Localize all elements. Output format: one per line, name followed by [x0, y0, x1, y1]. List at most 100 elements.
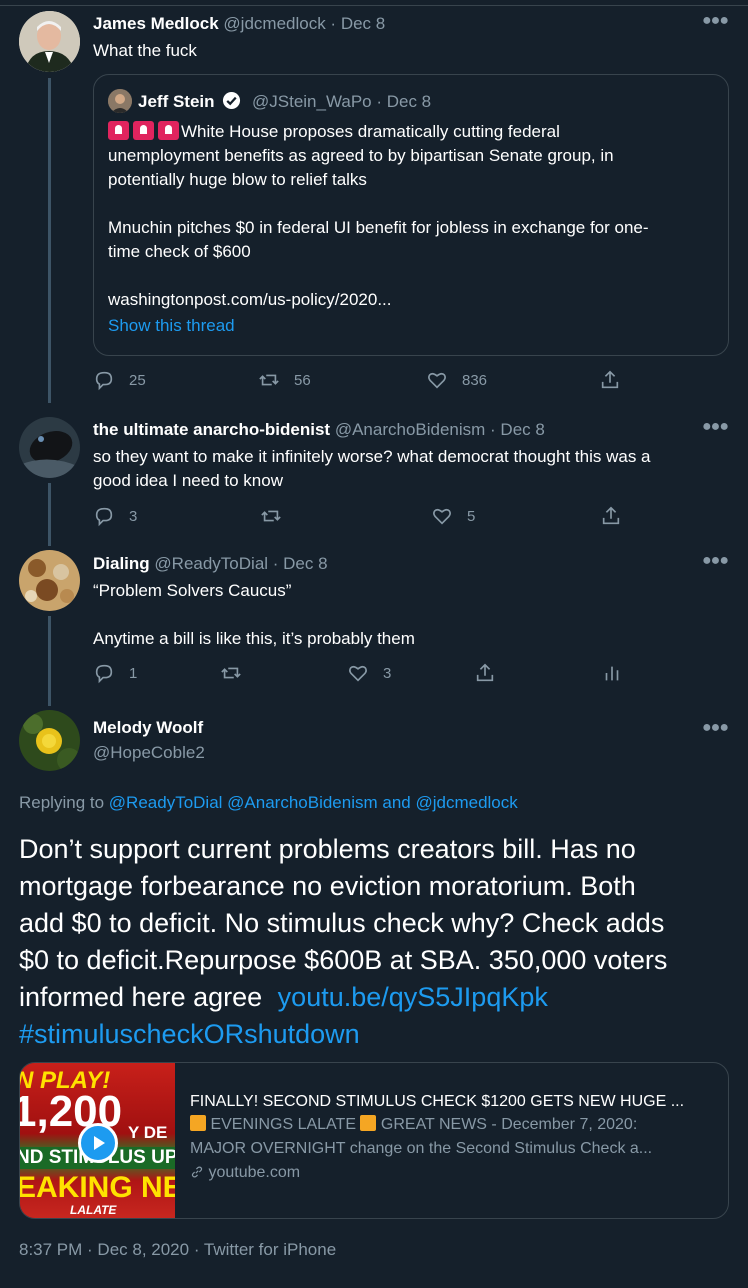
avatar[interactable] — [19, 710, 80, 771]
show-thread-link[interactable]: Show this thread — [108, 314, 714, 338]
quote-handle: @JStein_WaPo · Dec 8 — [252, 92, 432, 111]
reply-icon — [95, 507, 113, 527]
like-count: 836 — [462, 371, 488, 389]
building-emoji-icon — [360, 1115, 377, 1131]
quote-line: time check of $600 — [108, 242, 251, 261]
thread-line — [48, 483, 51, 546]
avatar-photo-icon — [19, 550, 80, 611]
author-name[interactable]: the ultimate anarcho-bidenist @AnarchoBi… — [93, 420, 545, 440]
thread-line — [48, 616, 51, 706]
analytics-button[interactable] — [601, 662, 623, 684]
play-icon[interactable] — [78, 1123, 118, 1163]
quoted-tweet[interactable]: Jeff Stein @JStein_WaPo · Dec 8 White Ho… — [93, 74, 729, 356]
author-display-name[interactable]: James Medlock — [93, 14, 219, 33]
link-preview-card[interactable]: N PLAY! 1,200 Y DE ND STIMULUS UP EAKING… — [19, 1062, 729, 1219]
avatar-photo-icon — [19, 710, 80, 771]
card-description: EVENINGS LALATE GREAT NEWS - December 7,… — [190, 1113, 714, 1137]
card-description-text: GREAT NEWS - December 7, 2020: — [380, 1116, 638, 1133]
card-body: FINALLY! SECOND STIMULUS CHECK $1200 GET… — [190, 1093, 714, 1185]
like-count: 3 — [383, 664, 392, 682]
tweet-dialing[interactable]: Dialing @ReadyToDial · Dec 8 ●●● “Proble… — [0, 540, 748, 706]
share-button[interactable] — [474, 662, 496, 684]
heart-icon — [433, 508, 451, 525]
card-domain-text: youtube.com — [208, 1164, 301, 1181]
hashtag-link[interactable]: #stimuluscheckORshutdown — [19, 1016, 734, 1053]
tweet-timestamp[interactable]: 8:37 PM · Dec 8, 2020 · Twitter for iPho… — [19, 1240, 336, 1260]
card-description-text: EVENINGS LALATE — [210, 1116, 356, 1133]
quote-line: unemployment benefits as agreed to by bi… — [108, 146, 614, 165]
thumbnail-text: Y DE — [128, 1123, 168, 1142]
reply-button[interactable]: 25 — [93, 369, 146, 391]
avatar-photo-icon — [19, 417, 80, 478]
tweet-text-line: “Problem Solvers Caucus” — [93, 581, 292, 600]
share-button[interactable] — [599, 369, 621, 391]
share-icon — [602, 506, 620, 525]
reply-button[interactable]: 1 — [93, 662, 137, 684]
like-button[interactable]: 836 — [426, 369, 487, 391]
verified-badge-icon — [222, 91, 241, 115]
replying-to: Replying to @ReadyToDial @AnarchoBidenis… — [19, 793, 518, 813]
heart-icon — [349, 665, 367, 682]
share-button[interactable] — [600, 505, 622, 527]
youtube-link[interactable]: youtu.be/qyS5JIpqKpk — [278, 982, 548, 1012]
body-line: $0 to deficit.Repurpose $600B at SBA. 35… — [19, 945, 668, 975]
reply-count: 1 — [129, 664, 138, 682]
card-domain: youtube.com — [190, 1161, 714, 1185]
more-options-icon[interactable]: ●●● — [702, 552, 729, 570]
quote-avatar-icon — [108, 89, 132, 113]
body-line: add $0 to deficit. No stimulus check why… — [19, 908, 665, 938]
author-name[interactable]: James Medlock @jdcmedlock · Dec 8 — [93, 14, 385, 34]
author-handle[interactable]: @HopeCoble2 — [93, 743, 205, 763]
video-thumbnail[interactable]: N PLAY! 1,200 Y DE ND STIMULUS UP EAKING… — [20, 1063, 175, 1218]
like-button[interactable]: 5 — [431, 505, 475, 527]
reply-icon — [95, 664, 113, 684]
heart-icon — [428, 372, 446, 389]
reply-button[interactable]: 3 — [93, 505, 137, 527]
quote-line: White House proposes dramatically cuttin… — [181, 122, 560, 141]
retweet-button[interactable] — [260, 505, 282, 527]
more-options-icon[interactable]: ●●● — [702, 12, 729, 30]
tweet-medlock[interactable]: James Medlock @jdcmedlock · Dec 8 ●●● Wh… — [0, 0, 748, 403]
retweet-button[interactable] — [220, 662, 242, 684]
author-display-name[interactable]: Dialing — [93, 554, 150, 573]
avatar[interactable] — [19, 11, 80, 72]
more-options-icon[interactable]: ●●● — [702, 719, 729, 737]
retweet-button[interactable]: 56 — [258, 369, 311, 391]
thread-line — [48, 78, 51, 403]
thumbnail-text: EAKING NE — [20, 1171, 175, 1204]
building-emoji-icon — [190, 1115, 206, 1131]
author-handle[interactable]: @ReadyToDial · Dec 8 — [154, 554, 327, 573]
share-icon — [476, 663, 494, 682]
tweet-text: “Problem Solvers Caucus” Anytime a bill … — [93, 579, 724, 651]
tweet-actions: 1 3 — [93, 662, 633, 686]
retweet-icon — [221, 667, 241, 679]
author-handle[interactable]: @AnarchoBidenism · Dec 8 — [335, 420, 545, 439]
avatar[interactable] — [19, 417, 80, 478]
quote-text: White House proposes dramatically cuttin… — [108, 120, 714, 338]
siren-emoji-icon — [158, 121, 179, 140]
card-description-text: MAJOR OVERNIGHT change on the Second Sti… — [190, 1140, 653, 1157]
body-line: mortgage forbearance no eviction morator… — [19, 871, 636, 901]
author-name[interactable]: Melody Woolf — [93, 718, 203, 738]
tweet-anarcho-bidenist[interactable]: the ultimate anarcho-bidenist @AnarchoBi… — [0, 405, 748, 546]
reply-count: 25 — [129, 371, 146, 389]
card-title: FINALLY! SECOND STIMULUS CHECK $1200 GET… — [190, 1093, 685, 1110]
like-count: 5 — [467, 507, 476, 525]
replying-to-users[interactable]: @ReadyToDial @AnarchoBidenism and @jdcme… — [109, 793, 518, 812]
tweet-text: What the fuck — [93, 41, 197, 60]
analytics-icon — [605, 666, 619, 681]
author-display-name[interactable]: the ultimate anarcho-bidenist — [93, 420, 330, 439]
tweet-text: so they want to make it infinitely worse… — [93, 445, 724, 493]
tweet-actions: 25 56 836 — [93, 369, 633, 393]
reply-icon — [95, 371, 113, 391]
more-options-icon[interactable]: ●●● — [702, 418, 729, 436]
author-handle[interactable]: @jdcmedlock · Dec 8 — [223, 14, 385, 33]
quote-author: Jeff Stein @JStein_WaPo · Dec 8 — [138, 91, 431, 115]
quote-link[interactable]: washingtonpost.com/us-policy/2020... — [108, 288, 714, 312]
like-button[interactable]: 3 — [347, 662, 391, 684]
main-tweet-body: Don’t support current problems creators … — [19, 831, 734, 1053]
author-name[interactable]: Dialing @ReadyToDial · Dec 8 — [93, 554, 328, 574]
retweet-count: 56 — [294, 371, 311, 389]
avatar[interactable] — [19, 550, 80, 611]
author-display-name[interactable]: Melody Woolf — [93, 718, 203, 737]
